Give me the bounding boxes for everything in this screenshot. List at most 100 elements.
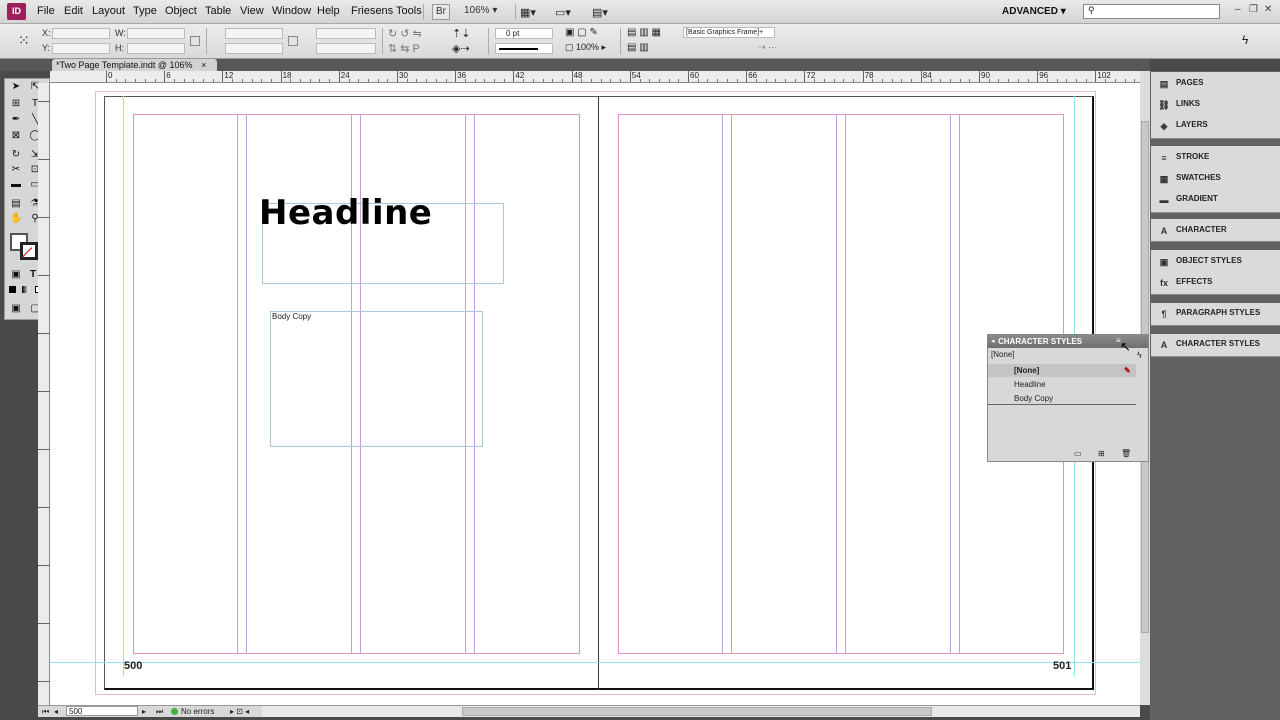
shear-field[interactable]	[316, 43, 376, 54]
last-page-icon[interactable]: ⏭	[156, 707, 163, 717]
menu-file[interactable]: File	[37, 5, 55, 17]
apply-gradient-icon[interactable]	[22, 286, 29, 293]
prev-page-icon[interactable]: ◂	[54, 707, 58, 716]
new-style-icon[interactable]: ⊞	[1098, 449, 1105, 458]
preflight-menu-icon[interactable]: ▸ ⊡ ◂	[230, 707, 249, 716]
menu-type[interactable]: Type	[133, 5, 157, 17]
dock-item-gradient[interactable]: ▬ GRADIENT	[1158, 194, 1218, 205]
scissors-tool-icon[interactable]: ✂	[10, 164, 22, 176]
scale-x-field[interactable]	[225, 28, 283, 39]
quick-apply-icon[interactable]: ϟ	[1137, 350, 1142, 360]
menu-layout[interactable]: Layout	[92, 5, 125, 17]
workspace-switcher[interactable]: ADVANCED ▾	[1002, 6, 1066, 17]
body-copy-text[interactable]: Body Copy	[272, 312, 311, 321]
dock-item-character[interactable]: A CHARACTER	[1158, 225, 1227, 236]
guide[interactable]	[50, 662, 1140, 663]
align-icons-top[interactable]: ▤ ▥ ▦	[627, 27, 661, 38]
rectangle-frame-tool-icon[interactable]: ⊠	[10, 130, 22, 142]
dock-item-object-styles[interactable]: ▣ OBJECT STYLES	[1158, 256, 1242, 267]
minimize-icon[interactable]: –	[1235, 4, 1241, 15]
menu-view[interactable]: View	[240, 5, 264, 17]
flip-icons[interactable]: ⇅ ⇆ P	[388, 42, 420, 55]
normal-view-icon[interactable]: ▣	[10, 303, 22, 315]
close-tab-icon[interactable]: ×	[201, 60, 206, 70]
guide[interactable]	[123, 96, 124, 676]
menu-friesens-tools[interactable]: Friesens Tools	[351, 5, 422, 17]
stroke-weight-field[interactable]: 0 pt	[495, 28, 553, 39]
control-panel: ⁙ X: Y: W: H: ↻ ↺ ⇋ ⇅ ⇆ P ⇡⇣ ◈⇢ 0 pt ▣ ▢…	[0, 24, 1280, 59]
align-icons-bottom[interactable]: ▤ ▥	[627, 42, 649, 53]
hand-tool-icon[interactable]: ✋	[10, 213, 22, 225]
delete-style-icon[interactable]: 🗑	[1121, 449, 1131, 458]
ruler-tick	[106, 71, 107, 82]
style-group-icon[interactable]: ▭	[1074, 449, 1082, 458]
note-tool-icon[interactable]: ▤	[10, 198, 22, 210]
select-content-icon[interactable]: ◈⇢	[452, 42, 470, 55]
right-page-number: 501	[1053, 660, 1072, 672]
horizontal-scrollbar[interactable]	[262, 705, 1140, 717]
style-item[interactable]: Headline	[988, 378, 1136, 391]
fill-stroke-swatch[interactable]	[10, 233, 40, 261]
arrange-documents-icon[interactable]: ▤▾	[592, 6, 608, 19]
object-style-select[interactable]: [Basic Graphics Frame]+	[683, 27, 775, 38]
rotate-field[interactable]	[316, 28, 376, 39]
first-page-icon[interactable]: ⏮	[42, 707, 49, 717]
height-field[interactable]	[127, 43, 185, 54]
scale-y-field[interactable]	[225, 43, 283, 54]
bridge-button[interactable]: Br	[432, 4, 450, 20]
formatting-container-icon[interactable]: ▣	[10, 269, 22, 281]
dock-item-swatches[interactable]: ▦ SWATCHES	[1158, 173, 1221, 184]
style-options-icon[interactable]: ⇢ ⋯	[758, 42, 777, 53]
page-tool-icon[interactable]: ⊞	[10, 98, 22, 110]
menu-edit[interactable]: Edit	[64, 5, 83, 17]
select-container-icon[interactable]: ⇡⇣	[452, 27, 470, 40]
body-copy-frame[interactable]: Body Copy	[270, 311, 483, 447]
reference-point-icon[interactable]: ⁙	[18, 32, 30, 49]
close-icon[interactable]: ✕	[1264, 4, 1272, 15]
quick-apply-icon[interactable]: ϟ	[1242, 33, 1248, 47]
rotate-icons[interactable]: ↻ ↺ ⇋	[388, 27, 422, 40]
collapse-icon[interactable]: ◂	[991, 337, 995, 345]
ruler-tick	[222, 71, 224, 82]
x-field[interactable]	[52, 28, 110, 39]
restore-icon[interactable]: ❐	[1249, 4, 1258, 15]
menu-table[interactable]: Table	[205, 5, 231, 17]
width-field[interactable]	[127, 28, 185, 39]
dock-item-paragraph-styles[interactable]: ¶ PARAGRAPH STYLES	[1158, 308, 1260, 319]
constrain-scale-icon[interactable]	[288, 36, 298, 46]
stroke-type-select[interactable]	[495, 43, 553, 54]
rotate-tool-icon[interactable]: ↻	[10, 149, 22, 161]
preflight-status-text[interactable]: No errors	[181, 707, 214, 716]
apply-color-icon[interactable]	[9, 286, 16, 293]
ruler-tick	[38, 333, 50, 334]
view-options-icon[interactable]: ▦▾	[520, 6, 536, 19]
page-number-field[interactable]: 500	[66, 706, 138, 716]
dock-item-pages[interactable]: ▤ PAGES	[1158, 78, 1204, 89]
menu-window[interactable]: Window	[272, 5, 311, 17]
y-field[interactable]	[52, 43, 110, 54]
help-search-input[interactable]: ⚲	[1083, 4, 1220, 19]
dock-item-links[interactable]: ⛓ LINKS	[1158, 99, 1200, 110]
document-tab[interactable]: *Two Page Template.indt @ 106% ×	[52, 59, 217, 71]
menu-object[interactable]: Object	[165, 5, 197, 17]
constrain-proportions-icon[interactable]	[190, 36, 200, 46]
headline-text[interactable]: Headline	[259, 193, 432, 233]
menu-help[interactable]: Help	[317, 5, 340, 17]
selection-tool-icon[interactable]: ➤	[10, 81, 22, 93]
dock-item-character-styles[interactable]: A CHARACTER STYLES	[1158, 339, 1260, 350]
ruler-tick	[1037, 71, 1039, 82]
pen-tool-icon[interactable]: ✒	[10, 114, 22, 126]
dock-item-layers[interactable]: ◈ LAYERS	[1158, 120, 1208, 131]
screen-mode-icon[interactable]: ▭▾	[555, 6, 571, 19]
next-page-icon[interactable]: ▸	[142, 707, 146, 716]
opacity-row[interactable]: ▢ 100% ▸	[565, 42, 606, 53]
dock-item-effects[interactable]: fx EFFECTS	[1158, 277, 1212, 288]
gradient-tool-icon[interactable]: ▬	[10, 179, 22, 191]
horizontal-scroll-thumb[interactable]	[462, 707, 932, 716]
ruler-tick	[920, 71, 922, 82]
fit-icons-top[interactable]: ▣ ▢ ✎	[565, 27, 598, 38]
style-item[interactable]: Body Copy	[988, 392, 1136, 405]
zoom-select[interactable]: 106% ▾	[461, 4, 513, 20]
style-item[interactable]: [None] ✎	[988, 364, 1136, 377]
dock-item-stroke[interactable]: ≡ STROKE	[1158, 152, 1209, 163]
